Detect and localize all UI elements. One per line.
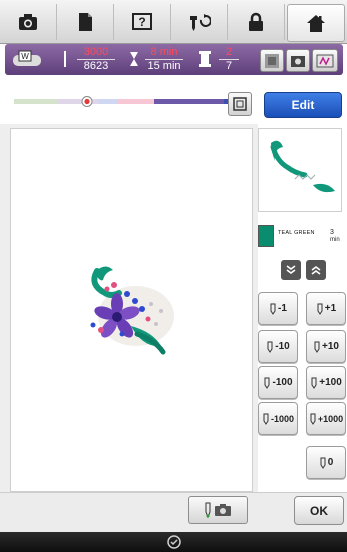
needle-icon [311, 377, 317, 389]
ok-button[interactable]: OK [294, 496, 344, 525]
stitch-minus-100-label: -100 [272, 377, 293, 388]
double-chevron-up-icon [311, 266, 321, 275]
stitch-minus-10-label: -10 [275, 341, 290, 352]
needle-camera-button[interactable] [188, 496, 248, 524]
stitch-zero-button[interactable]: 0 [306, 446, 346, 479]
help-icon: ? [132, 13, 152, 30]
stitch-plus-1000-label: +1000 [317, 413, 344, 424]
needle-icon [314, 341, 320, 353]
camera-icon [19, 14, 37, 30]
needle-threading-button[interactable] [171, 4, 228, 40]
pattern-thumbnail-icon [265, 53, 279, 68]
stitch-counter: 3000 8623 [77, 46, 115, 73]
stitch-minus-10-button[interactable]: -10 [258, 330, 298, 363]
stitch-zero-label: 0 [327, 457, 334, 468]
stitch-minus-1000-label: -1000 [270, 413, 295, 424]
help-button[interactable]: ? [114, 4, 171, 40]
svg-text:W: W [21, 52, 29, 61]
thread-color-swatch [258, 225, 274, 247]
stitch-minus-1-label: -1 [278, 303, 287, 314]
camera-button[interactable] [0, 4, 57, 40]
time-current: 8 min [145, 46, 183, 60]
embroidery-canvas[interactable] [10, 128, 253, 492]
stitch-current: 3000 [77, 46, 115, 60]
thread-time-value: 3 [330, 229, 334, 236]
page-button[interactable] [57, 4, 114, 40]
status-bar: W 3000 8623 8 min 15 min 2 7 [5, 44, 343, 75]
embroidery-frame-toggle[interactable] [228, 92, 252, 116]
stitch-plus-1000-button[interactable]: +1000 [306, 402, 346, 435]
device-bezel [0, 532, 347, 552]
stitch-plus-10-button[interactable]: +10 [306, 330, 346, 363]
needle-icon [205, 502, 211, 518]
home-icon [307, 15, 325, 32]
pattern-preview [258, 128, 342, 212]
needle-threading-icon [190, 14, 211, 31]
needle-icon [61, 49, 69, 69]
photo-button[interactable] [286, 49, 310, 72]
embroidery-design [90, 266, 174, 355]
needle-icon [317, 303, 323, 315]
color-total: 7 [225, 60, 233, 72]
lock-button[interactable] [228, 4, 285, 40]
stitch-total: 8623 [83, 60, 109, 72]
camera-icon [215, 504, 231, 516]
color-current: 2 [219, 46, 239, 60]
time-counter: 8 min 15 min [145, 46, 183, 73]
time-total: 15 min [147, 60, 181, 72]
needle-icon [263, 413, 269, 425]
stitch-plus-100-label: +100 [319, 377, 342, 388]
home-button[interactable] [287, 4, 345, 42]
needle-icon [264, 377, 270, 389]
memory-icon [316, 54, 334, 67]
stitch-plus-1-button[interactable]: +1 [306, 292, 346, 325]
previous-color-button[interactable] [306, 260, 326, 280]
photo-icon [291, 55, 305, 67]
frame-icon [233, 97, 247, 111]
preview-image [270, 140, 335, 193]
embroidery-frame-icon: W [11, 49, 45, 69]
needle-icon [267, 341, 273, 353]
stitch-minus-1000-button[interactable]: -1000 [258, 402, 298, 435]
edit-button[interactable]: Edit [264, 92, 342, 118]
hourglass-icon [129, 49, 139, 69]
pattern-thumbnail-button[interactable] [260, 49, 284, 72]
needle-icon [320, 457, 326, 469]
lock-icon [249, 12, 263, 31]
next-color-button[interactable] [281, 260, 301, 280]
stitch-plus-100-button[interactable]: +100 [306, 366, 346, 399]
thread-spool-icon [198, 49, 212, 69]
memory-button[interactable] [312, 49, 338, 72]
stitch-plus-10-label: +10 [322, 341, 339, 352]
thread-time-unit: min [330, 237, 340, 243]
page-icon [79, 13, 92, 31]
thread-color-name: TEAL GREEN [278, 230, 315, 236]
top-toolbar: ? [0, 0, 347, 44]
stitch-plus-1-label: +1 [324, 303, 337, 314]
color-sequence-bar[interactable] [14, 92, 244, 112]
double-chevron-down-icon [286, 265, 296, 274]
needle-icon [310, 413, 316, 425]
stitch-minus-100-button[interactable]: -100 [258, 366, 298, 399]
color-counter: 2 7 [219, 46, 239, 73]
stitch-minus-1-button[interactable]: -1 [258, 292, 298, 325]
needle-icon [270, 303, 276, 315]
svg-text:?: ? [138, 15, 145, 29]
home-indicator-icon [167, 535, 181, 549]
